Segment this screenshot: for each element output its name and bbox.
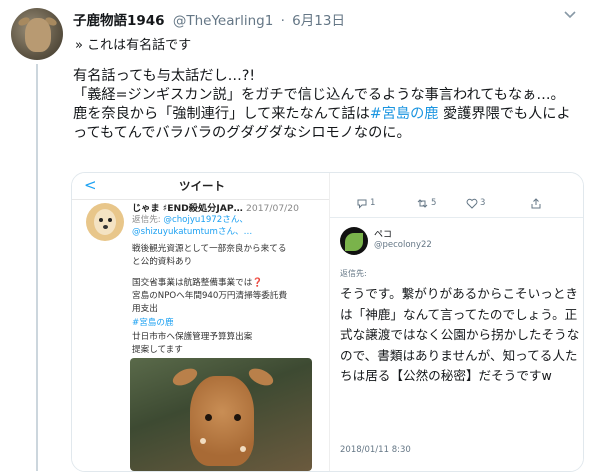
screenshot-line: 戦後観光資源として一部奈良から来てる <box>132 244 287 254</box>
mention: @shizuyukatumtumさん、… <box>132 227 253 237</box>
reply-prefix: 返信先: <box>132 215 164 225</box>
author-avatar[interactable] <box>11 8 63 60</box>
fawn-eye <box>234 414 241 421</box>
question-mark-icon: ❓ <box>252 278 264 288</box>
dog-eye <box>108 218 112 222</box>
like-count: 3 <box>480 198 486 208</box>
deer-figure <box>25 18 51 52</box>
screenshot-line: と公的資料あり <box>132 257 193 267</box>
fawn-spot <box>200 438 206 444</box>
deer-photo <box>130 358 312 471</box>
deer-ear <box>170 365 200 389</box>
fawn-head <box>190 376 254 466</box>
heart-icon <box>466 198 478 209</box>
share-icon <box>531 198 541 209</box>
thread-line <box>36 64 38 471</box>
screenshot-reply-line: 返信先: @chojyu1972さん、 <box>132 213 248 225</box>
author-date: 2017/07/20 <box>246 203 299 214</box>
body-line: 有名話っても与太話だし…?! <box>73 68 256 84</box>
tweet-header: 子鹿物語1946 @TheYearling1 · 6月13日 <box>73 9 345 29</box>
screenshot-left[interactable]: < ツイート じゃま ♯END殺処分JAP… 2017/07/20 返信先: @… <box>72 173 330 471</box>
deer-ear <box>246 365 276 389</box>
screenshot-right[interactable]: 1 5 3 ペコ @pecolony22 返信先: そうです。繋がりがあるからこ… <box>330 173 583 471</box>
back-icon: < <box>84 176 97 194</box>
peco-handle: @pecolony22 <box>374 240 432 250</box>
body-text-segment: 鹿を奈良から「強制連行」して来たなんて話は <box>73 106 370 122</box>
screenshot-line: 宮島のNPOへ年間940万円清掃等委託費 <box>132 291 288 301</box>
screenshot-author: じゃま ♯END殺処分JAP… 2017/07/20 <box>132 200 299 214</box>
attached-images[interactable]: < ツイート じゃま ♯END殺処分JAP… 2017/07/20 返信先: @… <box>71 172 584 472</box>
dog-eye <box>99 218 103 222</box>
screenshot-line: 提案してます <box>132 345 183 355</box>
tweet-body: 有名話っても与太話だし…?! 「義経=ジンギスカン説」をガチで信じ込んでるような… <box>73 67 583 143</box>
user-handle[interactable]: @TheYearling1 <box>173 13 273 29</box>
separator: · <box>280 13 285 29</box>
peco-reply-text: そうです。繋がりがあるからこそいっときは「神鹿」なんて言ってたのでしょう。正式な… <box>340 286 580 383</box>
reply-context: » これは有名話です <box>75 38 192 53</box>
reply-to-label: 返信先: <box>340 269 367 278</box>
screenshot-line: 用支出 <box>132 304 158 314</box>
hashtag-link[interactable]: #宮島の鹿 <box>370 106 439 122</box>
screenshot-line: 国交省事業は航路整備事業では❓ <box>132 276 263 288</box>
divider <box>330 217 583 218</box>
chevron-down-icon[interactable] <box>561 8 579 22</box>
retweet-icon <box>417 199 428 208</box>
peco-timestamp: 2018/01/11 8:30 <box>340 445 411 455</box>
action-row: 1 5 3 <box>330 198 583 212</box>
body-line: 鹿を奈良から「強制連行」して来たなんて話は#宮島の鹿 愛護界隈でも人によってもて… <box>73 105 583 143</box>
reply-count: 1 <box>370 198 376 208</box>
dog-nose <box>103 225 108 229</box>
display-name[interactable]: 子鹿物語1946 <box>73 13 165 29</box>
reply-icon <box>357 199 367 209</box>
shiba-avatar <box>86 203 124 241</box>
peco-avatar <box>340 227 368 255</box>
screenshot-hashtag: #宮島の鹿 <box>132 318 174 328</box>
fawn-eye <box>205 414 212 421</box>
screenshot-line-text: 国交省事業は航路整備事業では <box>132 278 253 288</box>
leaf-shape <box>345 233 363 251</box>
dog-face <box>94 209 116 235</box>
screenshot-title: ツイート <box>179 179 225 193</box>
screenshot-topbar: < ツイート <box>72 173 329 200</box>
peco-name: ペコ <box>374 230 393 240</box>
fawn-spot <box>240 446 246 452</box>
body-line: 「義経=ジンギスカン説」をガチで信じ込んでるような事言われてもなぁ…。 <box>73 87 565 103</box>
retweet-count: 5 <box>431 198 437 208</box>
tweet-date[interactable]: 6月13日 <box>292 13 345 29</box>
screenshot-line: 廿日市市へ保護管理予算算出案 <box>132 332 253 342</box>
mention: @chojyu1972さん、 <box>163 215 249 225</box>
